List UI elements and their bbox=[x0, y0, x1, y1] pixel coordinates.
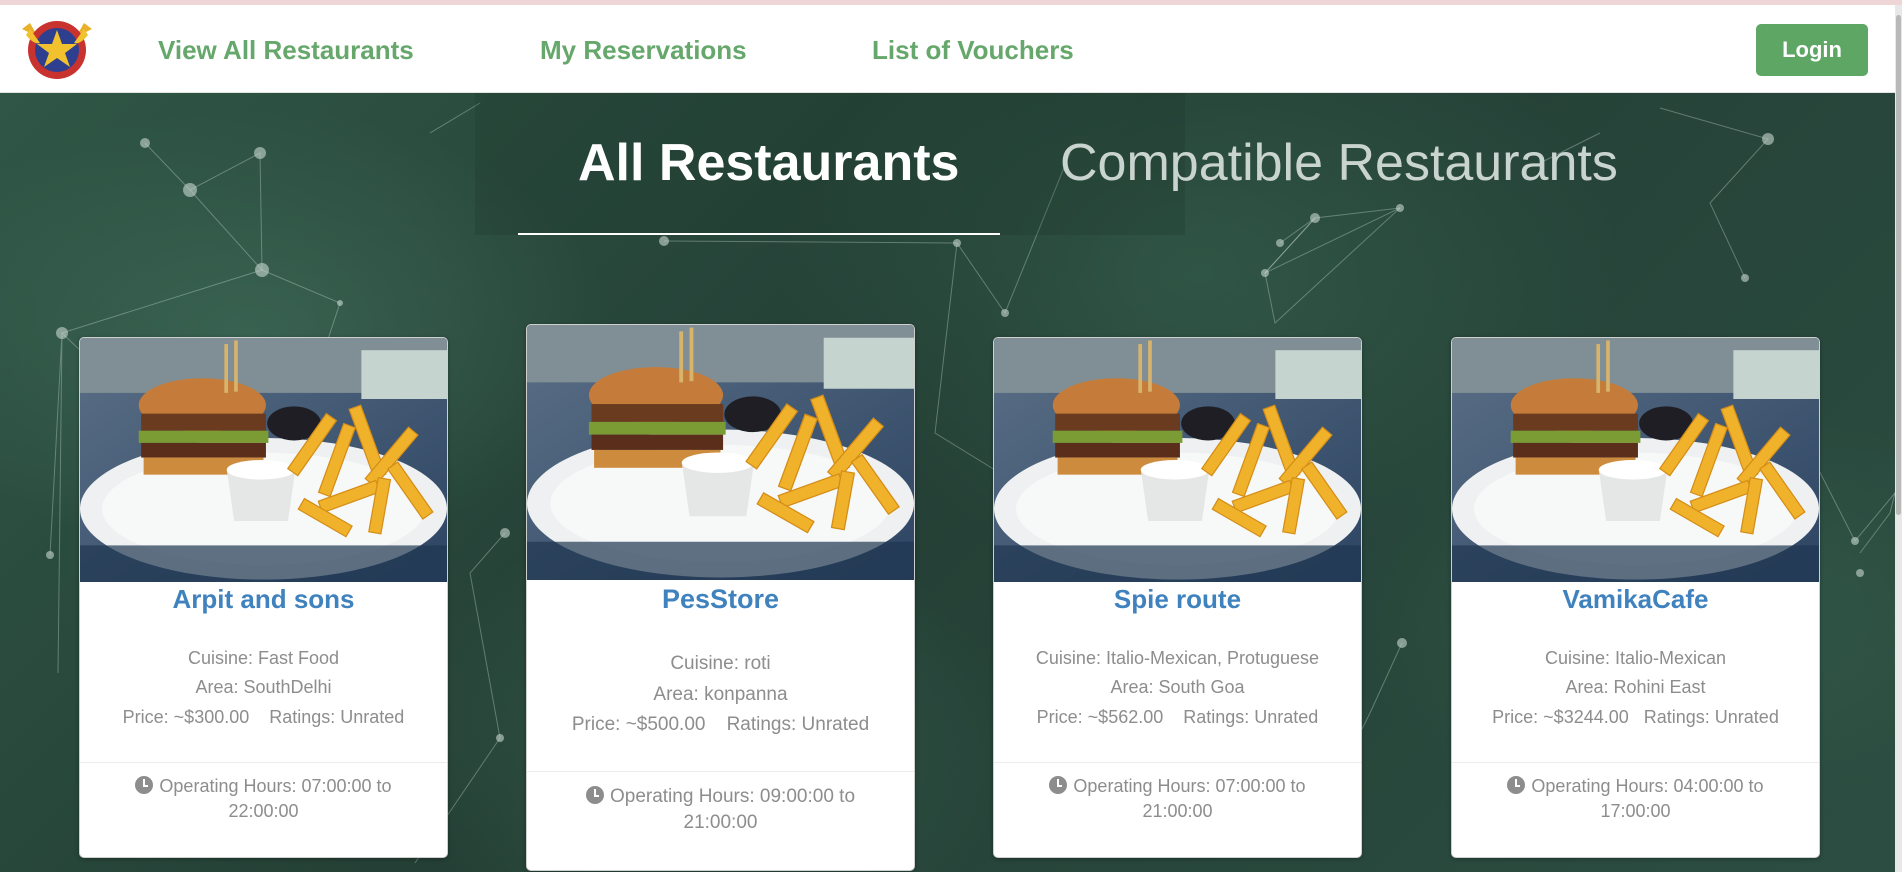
card-divider bbox=[994, 762, 1361, 763]
food-photo-burger-fries bbox=[527, 325, 914, 580]
card-divider bbox=[1452, 762, 1819, 763]
restaurant-name[interactable]: VamikaCafe bbox=[1452, 584, 1819, 615]
restaurant-card[interactable]: Arpit and sons Cuisine: Fast Food Area: So… bbox=[79, 337, 448, 858]
restaurant-image[interactable] bbox=[80, 338, 447, 582]
food-photo-burger-fries bbox=[1452, 338, 1819, 582]
operating-hours: Operating Hours: 07:00:00 to 22:00:00 bbox=[80, 774, 447, 824]
hours-line-1: Operating Hours: 09:00:00 to bbox=[609, 786, 856, 807]
operating-hours: Operating Hours: 04:00:00 to 17:00:00 bbox=[1452, 774, 1819, 824]
restaurant-card[interactable]: Spie route Cuisine: Italio-Mexican, Protu… bbox=[993, 337, 1362, 858]
restaurant-price-rating: Price: ~$500.00 Ratings: Unrated bbox=[571, 714, 870, 735]
hours-line-2: 21:00:00 bbox=[1142, 800, 1213, 821]
nav-my-reservations[interactable]: My Reservations bbox=[540, 35, 747, 66]
restaurant-card[interactable]: PesStore Cuisine: roti Area: konpanna Price… bbox=[526, 324, 915, 871]
card-divider bbox=[527, 771, 914, 772]
clock-icon bbox=[1049, 776, 1068, 794]
hours-line-2: 22:00:00 bbox=[228, 800, 299, 821]
restaurant-cuisine: Cuisine: roti bbox=[670, 653, 771, 674]
restaurant-card[interactable]: VamikaCafe Cuisine: Italio-Mexican Area: R… bbox=[1451, 337, 1820, 858]
hours-line-1: Operating Hours: 04:00:00 to bbox=[1531, 776, 1764, 796]
restaurant-area: Area: Rohini East bbox=[1565, 677, 1706, 697]
food-photo-burger-fries bbox=[80, 338, 447, 582]
tab-compatible-restaurants[interactable]: Compatible Restaurants bbox=[1060, 133, 1618, 193]
hours-line-2: 21:00:00 bbox=[683, 812, 758, 834]
hours-line-1: Operating Hours: 07:00:00 to bbox=[1073, 776, 1306, 796]
restaurant-area: Area: South Goa bbox=[1110, 677, 1245, 697]
tab-all-restaurants[interactable]: All Restaurants bbox=[578, 133, 959, 193]
restaurant-image[interactable] bbox=[527, 325, 914, 580]
restaurant-cuisine: Cuisine: Fast Food bbox=[187, 648, 340, 668]
restaurant-price-rating: Price: ~$562.00 Ratings: Unrated bbox=[1036, 707, 1319, 727]
nav-list-of-vouchers[interactable]: List of Vouchers bbox=[872, 35, 1074, 66]
clock-icon bbox=[585, 786, 604, 804]
logo-icon[interactable] bbox=[20, 15, 94, 81]
operating-hours: Operating Hours: 07:00:00 to 21:00:00 bbox=[994, 774, 1361, 824]
scrollbar-thumb[interactable] bbox=[1896, 15, 1901, 515]
restaurant-image[interactable] bbox=[1452, 338, 1819, 582]
card-divider bbox=[80, 762, 447, 763]
restaurant-area: Area: SouthDelhi bbox=[195, 677, 332, 697]
restaurant-price-rating: Price: ~$300.00 Ratings: Unrated bbox=[122, 707, 405, 727]
nav-view-all-restaurants[interactable]: View All Restaurants bbox=[158, 35, 414, 66]
restaurant-area: Area: konpanna bbox=[653, 684, 788, 705]
login-button[interactable]: Login bbox=[1756, 24, 1868, 76]
hours-line-1: Operating Hours: 07:00:00 to bbox=[159, 776, 392, 796]
restaurant-cuisine: Cuisine: Italio-Mexican, Protuguese bbox=[1035, 648, 1320, 668]
navbar: View All Restaurants My Reservations Lis… bbox=[0, 5, 1902, 93]
restaurant-name[interactable]: PesStore bbox=[527, 584, 914, 615]
restaurant-image[interactable] bbox=[994, 338, 1361, 582]
operating-hours: Operating Hours: 09:00:00 to 21:00:00 bbox=[527, 784, 914, 836]
restaurant-cuisine: Cuisine: Italio-Mexican bbox=[1544, 648, 1727, 668]
clock-icon bbox=[135, 776, 154, 794]
page-scrollbar[interactable] bbox=[1895, 5, 1902, 872]
restaurant-name[interactable]: Arpit and sons bbox=[80, 584, 447, 615]
restaurant-price-rating: Price: ~$3244.00 Ratings: Unrated bbox=[1492, 707, 1779, 727]
food-photo-burger-fries bbox=[994, 338, 1361, 582]
hours-line-2: 17:00:00 bbox=[1600, 800, 1671, 821]
restaurant-name[interactable]: Spie route bbox=[994, 584, 1361, 615]
clock-icon bbox=[1507, 776, 1526, 794]
active-tab-underline bbox=[518, 233, 1000, 235]
